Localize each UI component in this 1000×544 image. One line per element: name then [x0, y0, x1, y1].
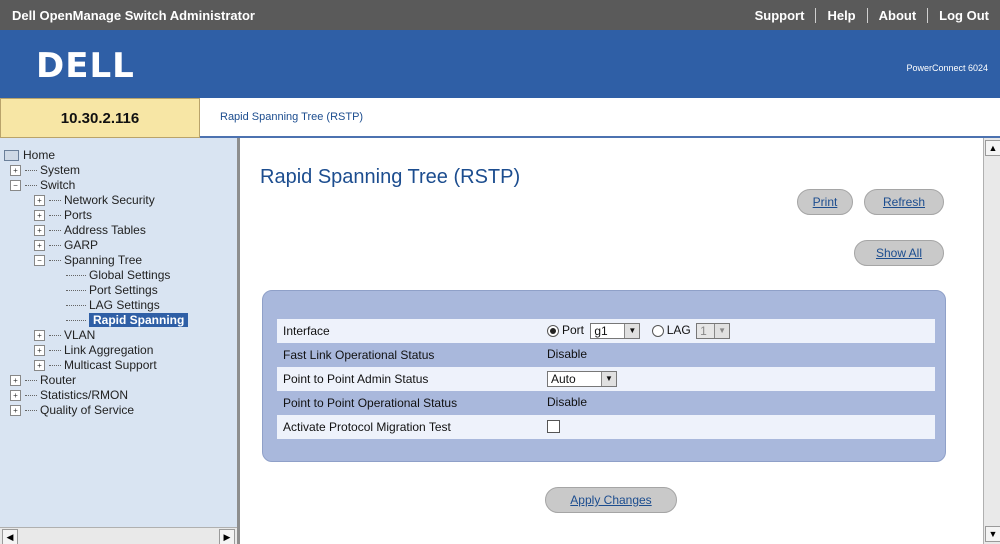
expand-icon[interactable]: + [34, 225, 45, 237]
nav-tree: Home + System − Switch + Network Security +… [0, 148, 237, 418]
vertical-scrollbar[interactable]: ▲ ▼ [983, 138, 1000, 544]
folder-icon [4, 150, 19, 162]
help-link[interactable]: Help [815, 7, 866, 23]
interface-label: Interface [283, 324, 330, 338]
p2p-oper-value: Disable [547, 395, 588, 409]
row-migration: Activate Protocol Migration Test [277, 415, 935, 439]
p2p-admin-label: Point to Point Admin Status [283, 372, 429, 386]
expand-icon[interactable]: + [10, 390, 21, 402]
tree-item-spanning-tree[interactable]: − Spanning Tree [0, 253, 237, 268]
tree-item-port-settings[interactable]: Port Settings [0, 283, 237, 298]
migration-label: Activate Protocol Migration Test [283, 420, 451, 434]
lag-label: LAG [666, 323, 691, 338]
fast-link-label: Fast Link Operational Status [283, 348, 435, 362]
chevron-down-icon: ▼ [624, 324, 640, 338]
settings-table: Interface Port g1 ▼ LAG 1 ▼ Fast Link Oper… [277, 319, 935, 439]
chevron-down-icon: ▼ [601, 372, 616, 386]
lag-radio[interactable] [651, 325, 664, 337]
row-p2p-oper: Point to Point Operational Status Disabl… [277, 391, 935, 415]
expand-icon[interactable]: + [34, 195, 45, 207]
brand-header: DELL PowerConnect 6024 [0, 30, 1000, 98]
tree-item-multicast-support[interactable]: + Multicast Support [0, 358, 237, 373]
tree-item-global-settings[interactable]: Global Settings [0, 268, 237, 283]
expand-icon[interactable]: + [34, 210, 45, 222]
show-all-button[interactable]: Show All [854, 240, 944, 266]
migration-checkbox[interactable] [547, 420, 560, 434]
content-area: Rapid Spanning Tree (RSTP) Print Refresh… [240, 138, 1000, 544]
dell-logo: DELL [36, 46, 135, 86]
tree-item-switch[interactable]: − Switch [0, 178, 237, 193]
print-button[interactable]: Print [797, 189, 853, 215]
refresh-button[interactable]: Refresh [864, 189, 944, 215]
scroll-up-icon[interactable]: ▲ [985, 140, 1000, 156]
tree-item-ports[interactable]: + Ports [0, 208, 237, 223]
interface-controls: Port g1 ▼ LAG 1 ▼ [547, 323, 731, 339]
tree-item-home[interactable]: Home [0, 148, 237, 163]
collapse-icon[interactable]: − [10, 180, 21, 192]
p2p-oper-label: Point to Point Operational Status [283, 396, 458, 410]
port-radio[interactable] [547, 325, 559, 337]
expand-icon[interactable]: + [34, 345, 45, 357]
p2p-admin-control: Auto ▼ [547, 371, 617, 387]
migration-control [547, 419, 560, 434]
expand-icon[interactable]: + [10, 165, 21, 177]
expand-icon[interactable]: + [34, 240, 45, 252]
tree-item-lag-settings[interactable]: LAG Settings [0, 298, 237, 313]
tree-item-address-tables[interactable]: + Address Tables [0, 223, 237, 238]
expand-icon[interactable]: + [34, 360, 45, 372]
tree-item-garp[interactable]: + GARP [0, 238, 237, 253]
p2p-admin-select[interactable]: Auto ▼ [547, 371, 617, 387]
expand-icon[interactable]: + [10, 405, 21, 417]
tree-item-network-security[interactable]: + Network Security [0, 193, 237, 208]
product-model: PowerConnect 6024 [906, 63, 988, 73]
horizontal-scrollbar[interactable]: ◀ ▶ [0, 527, 237, 544]
tree-item-vlan[interactable]: + VLAN [0, 328, 237, 343]
expand-icon[interactable]: + [34, 330, 45, 342]
about-link[interactable]: About [866, 7, 928, 23]
expand-icon[interactable]: + [10, 375, 21, 387]
top-bar: Dell OpenManage Switch Administrator Sup… [0, 0, 1000, 30]
tree-item-quality-of-service[interactable]: + Quality of Service [0, 403, 237, 418]
row-fast-link: Fast Link Operational Status Disable [277, 343, 935, 367]
scroll-down-icon[interactable]: ▼ [985, 526, 1000, 542]
tree-item-statistics-rmon[interactable]: + Statistics/RMON [0, 388, 237, 403]
chevron-down-icon: ▼ [714, 324, 730, 338]
scroll-right-icon[interactable]: ▶ [219, 529, 235, 544]
breadcrumb: Rapid Spanning Tree (RSTP) [220, 111, 364, 123]
device-ip: 10.30.2.116 [0, 98, 200, 138]
row-p2p-admin: Point to Point Admin Status Auto ▼ [277, 367, 935, 391]
ip-bar: 10.30.2.116 Rapid Spanning Tree (RSTP) [0, 98, 1000, 138]
app-title: Dell OpenManage Switch Administrator [12, 7, 255, 23]
nav-tree-panel: Home + System − Switch + Network Security +… [0, 138, 240, 544]
fast-link-value: Disable [547, 347, 588, 361]
top-links: Support Help About Log Out [744, 0, 1000, 30]
tree-item-system[interactable]: + System [0, 163, 237, 178]
rstp-settings-panel: Interface Port g1 ▼ LAG 1 ▼ Fast Link Oper… [262, 290, 946, 462]
support-link[interactable]: Support [744, 8, 816, 23]
tree-item-rapid-spanning[interactable]: Rapid Spanning [0, 313, 237, 328]
apply-changes-button[interactable]: Apply Changes [545, 487, 677, 513]
tree-item-link-aggregation[interactable]: + Link Aggregation [0, 343, 237, 358]
port-label: Port [562, 323, 585, 338]
scroll-left-icon[interactable]: ◀ [2, 529, 18, 544]
logout-link[interactable]: Log Out [927, 7, 1000, 23]
port-select[interactable]: g1 ▼ [590, 323, 641, 339]
lag-select[interactable]: 1 ▼ [696, 323, 731, 339]
tree-item-router[interactable]: + Router [0, 373, 237, 388]
page-title: Rapid Spanning Tree (RSTP) [260, 166, 521, 188]
row-interface: Interface Port g1 ▼ LAG 1 ▼ [277, 319, 935, 343]
collapse-icon[interactable]: − [34, 255, 45, 267]
app-frame: Dell OpenManage Switch Administrator Sup… [0, 0, 1000, 544]
